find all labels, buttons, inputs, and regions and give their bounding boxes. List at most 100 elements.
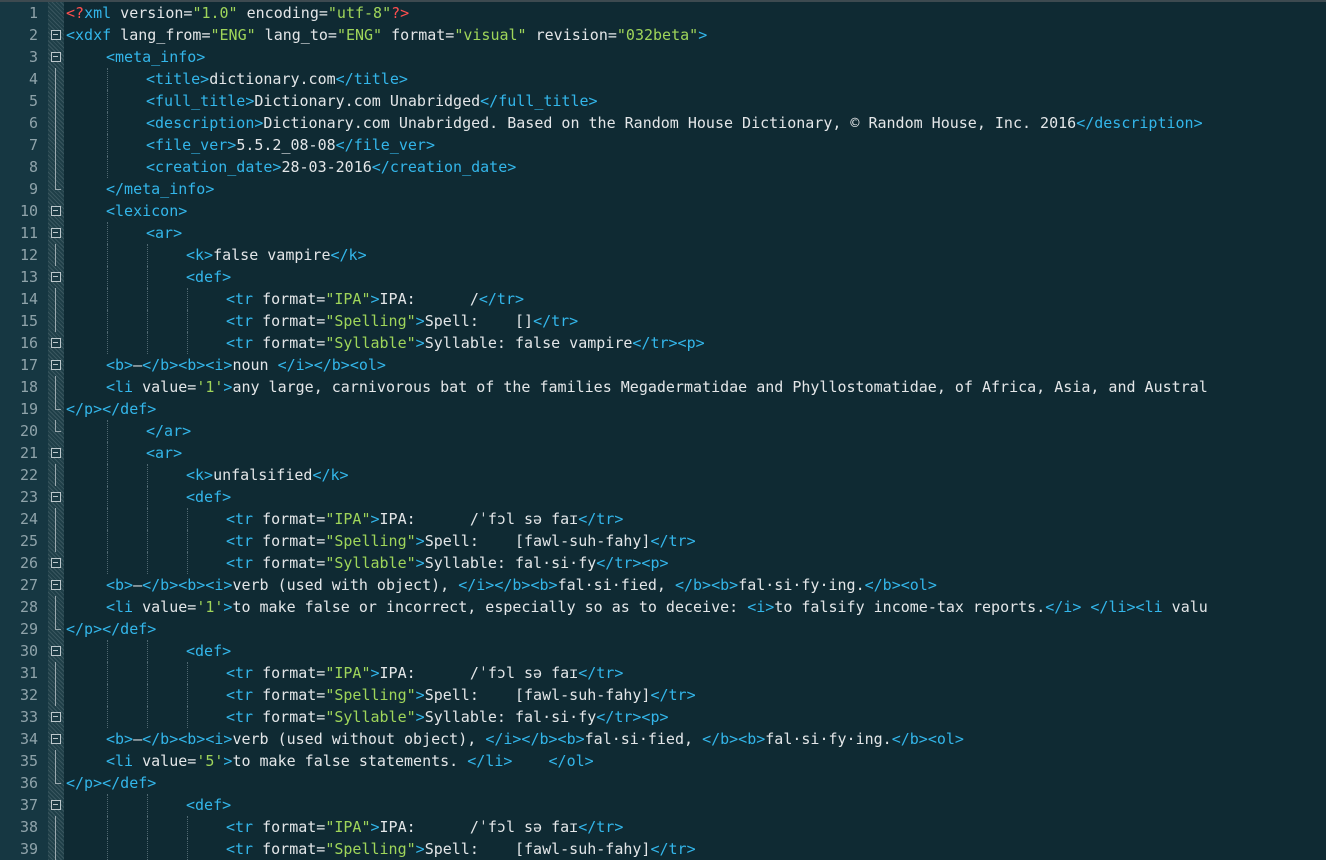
code-line[interactable]: 30 <def> <box>0 640 1326 662</box>
code-line[interactable]: 34 <b>–</b><b><i>verb (used without objec… <box>0 728 1326 750</box>
code-line[interactable]: 39 <tr format="Spelling">Spell: [fawl-suh… <box>0 838 1326 860</box>
fold-toggle-icon[interactable] <box>48 706 64 728</box>
fold-toggle-icon[interactable] <box>48 24 64 46</box>
code-line[interactable]: 33 <tr format="Syllable">Syllable: fal·si… <box>0 706 1326 728</box>
code-text[interactable]: <?xml version="1.0" encoding="utf-8"?> <box>66 2 409 24</box>
fold-toggle-icon[interactable] <box>48 640 64 662</box>
code-line[interactable]: 35 <li value='5'>to make false statements… <box>0 750 1326 772</box>
code-text[interactable]: </p></def> <box>66 398 156 420</box>
code-line[interactable]: 6 <description>Dictionary.com Unabridged.… <box>0 112 1326 134</box>
code-text[interactable]: <tr format="IPA">IPA: /ˈfɔl sə faɪ</tr> <box>226 508 623 530</box>
code-text[interactable]: <tr format="Syllable">Syllable: fal·si·f… <box>226 552 669 574</box>
code-text[interactable]: <title>dictionary.com</title> <box>146 68 408 90</box>
code-text[interactable]: <ar> <box>146 222 182 244</box>
code-line[interactable]: 19 </p></def> <box>0 398 1326 420</box>
code-text[interactable]: <def> <box>186 486 231 508</box>
code-text[interactable]: <li value='1'>any large, carnivorous bat… <box>106 376 1208 398</box>
fold-toggle-icon[interactable] <box>48 354 64 376</box>
code-line[interactable]: 17 <b>–</b><b><i>noun </i></b><ol> <box>0 354 1326 376</box>
xml-text-token: Dictionary.com Unabridged <box>254 92 481 110</box>
code-text[interactable]: </ar> <box>146 420 191 442</box>
code-text[interactable]: <li value='1'>to make false or incorrect… <box>106 596 1208 618</box>
code-text[interactable]: <b>–</b><b><i>verb (used without object)… <box>106 728 964 750</box>
code-line[interactable]: 3 <meta_info> <box>0 46 1326 68</box>
code-line[interactable]: 9 </meta_info> <box>0 178 1326 200</box>
code-text[interactable]: <b>–</b><b><i>noun </i></b><ol> <box>106 354 386 376</box>
code-text[interactable]: </meta_info> <box>106 178 214 200</box>
code-text[interactable]: <tr format="IPA">IPA: /ˈfɔl sə faɪ</tr> <box>226 662 623 684</box>
xml-tag-token: </description> <box>1076 114 1203 132</box>
code-text[interactable]: <tr format="Spelling">Spell: [fawl-suh-f… <box>226 838 696 860</box>
code-line[interactable]: 4 <title>dictionary.com</title> <box>0 68 1326 90</box>
code-line[interactable]: 26 <tr format="Syllable">Syllable: fal·si… <box>0 552 1326 574</box>
code-text[interactable]: <tr format="IPA">IPA: /ˈfɔl sə faɪ</tr> <box>226 816 623 838</box>
code-text[interactable]: <file_ver>5.5.2_08-08</file_ver> <box>146 134 435 156</box>
code-line[interactable]: 25 <tr format="Spelling">Spell: [fawl-suh… <box>0 530 1326 552</box>
code-line[interactable]: 23 <def> <box>0 486 1326 508</box>
fold-toggle-icon[interactable] <box>48 222 64 244</box>
code-line[interactable]: 29 </p></def> <box>0 618 1326 640</box>
code-text[interactable]: </p></def> <box>66 772 156 794</box>
code-line[interactable]: 1 <?xml version="1.0" encoding="utf-8"?> <box>0 2 1326 24</box>
code-text[interactable]: <tr format="Syllable">Syllable: false va… <box>226 332 705 354</box>
code-text[interactable]: <full_title>Dictionary.com Unabridged</f… <box>146 90 598 112</box>
code-line[interactable]: 7 <file_ver>5.5.2_08-08</file_ver> <box>0 134 1326 156</box>
fold-toggle-icon[interactable] <box>48 442 64 464</box>
code-text[interactable]: <tr format="Spelling">Spell: [fawl-suh-f… <box>226 530 696 552</box>
line-number: 10 <box>19 202 38 220</box>
fold-toggle-icon[interactable] <box>48 728 64 750</box>
code-text[interactable]: <def> <box>186 266 231 288</box>
code-editor[interactable]: 1 <?xml version="1.0" encoding="utf-8"?> 2… <box>0 0 1326 860</box>
code-line[interactable]: 22 <k>unfalsified</k> <box>0 464 1326 486</box>
code-line[interactable]: 2 <xdxf lang_from="ENG" lang_to="ENG" for… <box>0 24 1326 46</box>
fold-toggle-icon[interactable] <box>48 552 64 574</box>
xml-text-token: Spell: [] <box>424 312 534 330</box>
code-lines[interactable]: 1 <?xml version="1.0" encoding="utf-8"?> 2… <box>0 2 1326 860</box>
code-line[interactable]: 38 <tr format="IPA">IPA: /ˈfɔl sə faɪ</tr… <box>0 816 1326 838</box>
code-text[interactable]: <creation_date>28-03-2016</creation_date… <box>146 156 516 178</box>
fold-toggle-icon[interactable] <box>48 46 64 68</box>
code-text[interactable]: <meta_info> <box>106 46 205 68</box>
code-text[interactable]: <tr format="IPA">IPA: /</tr> <box>226 288 524 310</box>
code-line[interactable]: 32 <tr format="Spelling">Spell: [fawl-suh… <box>0 684 1326 706</box>
code-text[interactable]: <tr format="Spelling">Spell: []</tr> <box>226 310 578 332</box>
code-line[interactable]: 37 <def> <box>0 794 1326 816</box>
fold-toggle-icon[interactable] <box>48 574 64 596</box>
code-text[interactable]: <k>unfalsified</k> <box>186 464 349 486</box>
code-text[interactable]: <description>Dictionary.com Unabridged. … <box>146 112 1203 134</box>
code-text[interactable]: <ar> <box>146 442 182 464</box>
code-line[interactable]: 15 <tr format="Spelling">Spell: []</tr> <box>0 310 1326 332</box>
code-line[interactable]: 5 <full_title>Dictionary.com Unabridged</… <box>0 90 1326 112</box>
code-text[interactable]: <xdxf lang_from="ENG" lang_to="ENG" form… <box>66 24 707 46</box>
code-line[interactable]: 8 <creation_date>28-03-2016</creation_dat… <box>0 156 1326 178</box>
code-line[interactable]: 12 <k>false vampire</k> <box>0 244 1326 266</box>
fold-toggle-icon[interactable] <box>48 486 64 508</box>
code-text[interactable]: <k>false vampire</k> <box>186 244 367 266</box>
code-line[interactable]: 10 <lexicon> <box>0 200 1326 222</box>
fold-toggle-icon[interactable] <box>48 794 64 816</box>
code-line[interactable]: 21 <ar> <box>0 442 1326 464</box>
code-text[interactable]: <b>–</b><b><i>verb (used with object), <… <box>106 574 937 596</box>
code-line[interactable]: 20 </ar> <box>0 420 1326 442</box>
fold-toggle-icon[interactable] <box>48 200 64 222</box>
xml-tag-token: </file_ver> <box>335 136 435 154</box>
code-text[interactable]: </p></def> <box>66 618 156 640</box>
code-line[interactable]: 28 <li value='1'>to make false or incorre… <box>0 596 1326 618</box>
code-text[interactable]: <lexicon> <box>106 200 187 222</box>
code-text[interactable]: <tr format="Syllable">Syllable: fal·si·f… <box>226 706 669 728</box>
code-line[interactable]: 24 <tr format="IPA">IPA: /ˈfɔl sə faɪ</tr… <box>0 508 1326 530</box>
code-text[interactable]: <def> <box>186 794 231 816</box>
code-text[interactable]: <li value='5'>to make false statements. … <box>106 750 594 772</box>
code-line[interactable]: 13 <def> <box>0 266 1326 288</box>
code-text[interactable]: <tr format="Spelling">Spell: [fawl-suh-f… <box>226 684 696 706</box>
code-line[interactable]: 18 <li value='1'>any large, carnivorous b… <box>0 376 1326 398</box>
code-line[interactable]: 16 <tr format="Syllable">Syllable: false … <box>0 332 1326 354</box>
code-line[interactable]: 11 <ar> <box>0 222 1326 244</box>
code-line[interactable]: 27 <b>–</b><b><i>verb (used with object),… <box>0 574 1326 596</box>
fold-toggle-icon[interactable] <box>48 332 64 354</box>
code-text[interactable]: <def> <box>186 640 231 662</box>
code-line[interactable]: 31 <tr format="IPA">IPA: /ˈfɔl sə faɪ</tr… <box>0 662 1326 684</box>
code-line[interactable]: 14 <tr format="IPA">IPA: /</tr> <box>0 288 1326 310</box>
code-line[interactable]: 36 </p></def> <box>0 772 1326 794</box>
fold-toggle-icon[interactable] <box>48 266 64 288</box>
